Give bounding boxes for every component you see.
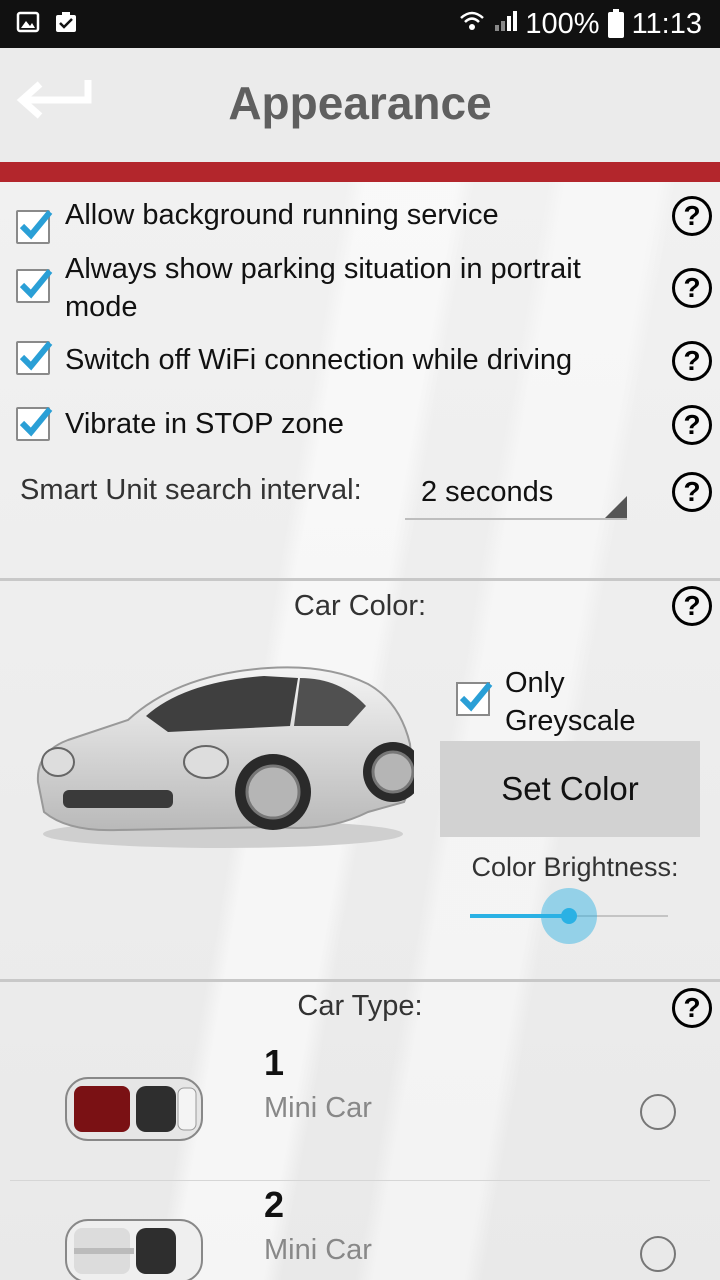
mini-car-red-image <box>65 1077 203 1141</box>
color-brightness-label: Color Brightness: <box>471 852 679 882</box>
background-service-checkbox[interactable] <box>16 210 53 244</box>
help-icon[interactable]: ? <box>672 196 712 236</box>
list-separator <box>10 1180 710 1181</box>
image-icon <box>16 10 40 34</box>
option-label: Allow background running service <box>65 199 499 231</box>
car-type-item[interactable]: 2 Mini Car <box>0 1184 720 1280</box>
settings-content: Allow background running service ? Alway… <box>0 182 720 1280</box>
car-color-title: Car Color: <box>293 590 427 622</box>
wifi-icon <box>459 8 485 41</box>
car-type-item[interactable]: 1 Mini Car <box>0 1042 720 1182</box>
action-bar: Appearance <box>0 48 720 162</box>
signal-icon <box>493 8 518 41</box>
help-icon[interactable]: ? <box>672 341 712 381</box>
color-brightness-slider[interactable] <box>470 888 668 944</box>
car-type-radio[interactable] <box>640 1094 676 1130</box>
car-type-radio[interactable] <box>640 1236 676 1272</box>
help-icon[interactable]: ? <box>672 472 712 512</box>
portrait-parking-checkbox[interactable] <box>16 269 53 303</box>
help-icon[interactable]: ? <box>672 988 712 1028</box>
help-icon[interactable]: ? <box>672 586 712 626</box>
section-divider <box>0 979 720 982</box>
car-type-name: Mini Car <box>264 1234 372 1266</box>
battery-icon <box>607 8 624 38</box>
option-label: Switch off WiFi connection while driving <box>65 344 573 376</box>
clock: 11:13 <box>631 8 702 40</box>
page-title: Appearance <box>228 77 492 129</box>
option-label: Vibrate in STOP zone <box>65 408 344 440</box>
vibrate-stop-checkbox[interactable] <box>16 407 53 441</box>
checkmark-icon <box>19 407 53 437</box>
only-greyscale-label: Only Greyscale <box>505 667 636 737</box>
mini-car-white-image <box>65 1219 203 1280</box>
dropdown-arrow-icon <box>605 496 627 518</box>
section-divider <box>0 578 720 581</box>
car-type-number: 1 <box>264 1042 285 1083</box>
car-type-number: 2 <box>264 1184 285 1225</box>
clipboard-check-icon <box>54 10 78 34</box>
checkmark-icon <box>19 210 53 240</box>
checkmark-icon <box>19 341 53 371</box>
help-icon[interactable]: ? <box>672 268 712 308</box>
accent-bar <box>0 162 720 182</box>
search-interval-label: Smart Unit search interval: <box>20 474 362 506</box>
battery-percent: 100% <box>525 8 600 40</box>
only-greyscale-checkbox[interactable] <box>456 682 493 716</box>
slider-thumb[interactable] <box>561 908 577 924</box>
car-type-title: Car Type: <box>297 990 423 1022</box>
checkmark-icon <box>459 682 493 712</box>
status-bar: 100% 11:13 <box>0 0 720 48</box>
spinner-value: 2 seconds <box>421 476 554 508</box>
car-type-name: Mini Car <box>264 1092 372 1124</box>
search-interval-spinner[interactable]: 2 seconds <box>405 470 627 520</box>
help-icon[interactable]: ? <box>672 405 712 445</box>
set-color-button[interactable]: Set Color <box>440 741 700 837</box>
car-preview-image <box>36 666 414 848</box>
option-label: Always show parking situation in portrai… <box>65 253 581 323</box>
wifi-off-checkbox[interactable] <box>16 341 53 375</box>
checkmark-icon <box>19 269 53 299</box>
